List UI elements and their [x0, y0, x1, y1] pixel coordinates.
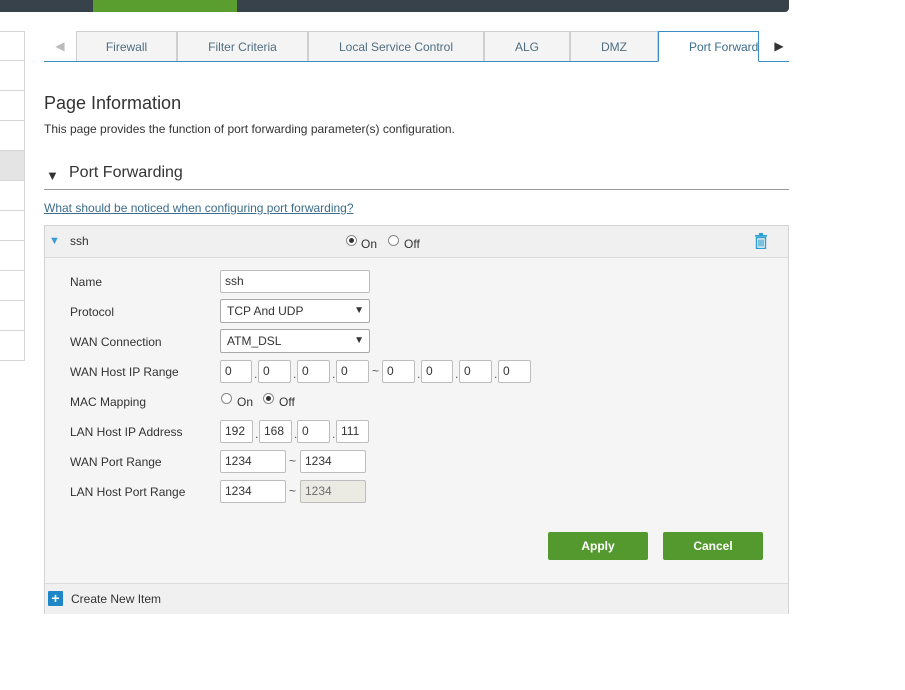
top-nav-active-item[interactable]: [93, 0, 237, 12]
create-new-item-row[interactable]: + Create New Item: [45, 583, 788, 614]
wan-ip-start-octet[interactable]: 0: [297, 360, 330, 383]
lan-port-start-input[interactable]: 1234: [220, 480, 286, 503]
tab-alg[interactable]: ALG: [484, 31, 570, 61]
sidebar-item[interactable]: [0, 331, 25, 361]
wan-connection-label: WAN Connection: [70, 335, 162, 349]
sidebar-item-active[interactable]: [0, 151, 25, 181]
cancel-button[interactable]: Cancel: [663, 532, 763, 560]
wan-port-range-label: WAN Port Range: [70, 455, 162, 469]
tab-firewall[interactable]: Firewall: [76, 31, 177, 61]
port-forward-item-panel: ▼ ssh On Off Name ssh Protocol TCP And U…: [44, 225, 789, 614]
wan-ip-end-octet[interactable]: 0: [498, 360, 531, 383]
sidebar-item[interactable]: [0, 241, 25, 271]
lan-port-range-label: LAN Host Port Range: [70, 485, 186, 499]
name-input[interactable]: ssh: [220, 270, 370, 293]
page-title: Page Information: [44, 93, 182, 113]
chevron-down-icon: ▼: [354, 335, 364, 346]
section-header[interactable]: ▼ Port Forwarding: [44, 162, 789, 190]
top-nav-bar: [0, 0, 789, 12]
mac-on-label: On: [237, 395, 254, 409]
ip-dot: .: [293, 367, 297, 381]
tab-filter-criteria[interactable]: Filter Criteria: [177, 31, 308, 61]
lan-port-end-input: 1234: [300, 480, 366, 503]
wan-connection-select[interactable]: ATM_DSL ▼: [220, 329, 370, 353]
item-on-label: On: [361, 237, 378, 251]
wan-ip-end-octet[interactable]: 0: [382, 360, 415, 383]
ip-dot: .: [455, 367, 459, 381]
ip-dot: .: [332, 427, 336, 441]
ip-dot: .: [417, 367, 421, 381]
tab-local-service-control[interactable]: Local Service Control: [308, 31, 484, 61]
wan-ip-end-octet[interactable]: 0: [421, 360, 453, 383]
sidebar-item[interactable]: [0, 61, 25, 91]
wan-ip-range-label: WAN Host IP Range: [70, 365, 179, 379]
mac-on-radio[interactable]: [221, 393, 232, 404]
wan-ip-start-octet[interactable]: 0: [336, 360, 369, 383]
mac-off-label: Off: [279, 395, 295, 409]
protocol-select[interactable]: TCP And UDP ▼: [220, 299, 370, 323]
ip-dot: .: [332, 367, 336, 381]
item-off-radio[interactable]: [388, 235, 399, 246]
apply-button[interactable]: Apply: [548, 532, 648, 560]
left-sidebar: [0, 31, 25, 361]
tab-dmz[interactable]: DMZ: [570, 31, 658, 61]
range-tilde: ~: [289, 454, 297, 468]
sidebar-item[interactable]: [0, 91, 25, 121]
range-tilde: ~: [372, 364, 380, 378]
lan-ip-octet[interactable]: 111: [336, 420, 369, 443]
wan-port-end-input[interactable]: 1234: [300, 450, 366, 473]
tab-scroll-left-icon[interactable]: ◀: [44, 31, 76, 61]
page-description: This page provides the function of port …: [44, 122, 455, 136]
plus-icon[interactable]: +: [48, 591, 63, 606]
collapse-triangle-icon[interactable]: ▼: [46, 168, 59, 183]
protocol-value: TCP And UDP: [227, 304, 304, 318]
sidebar-item[interactable]: [0, 211, 25, 241]
wan-ip-start-octet[interactable]: 0: [258, 360, 291, 383]
help-link[interactable]: What should be noticed when configuring …: [44, 201, 354, 215]
wan-port-start-input[interactable]: 1234: [220, 450, 286, 473]
item-name: ssh: [70, 234, 89, 248]
ip-dot: .: [255, 427, 259, 441]
wan-connection-value: ATM_DSL: [227, 334, 282, 348]
sidebar-item[interactable]: [0, 301, 25, 331]
protocol-label: Protocol: [70, 305, 115, 319]
lan-ip-label: LAN Host IP Address: [70, 425, 183, 439]
expand-triangle-icon[interactable]: ▼: [49, 235, 60, 247]
lan-ip-octet[interactable]: 0: [297, 420, 330, 443]
wan-ip-start-octet[interactable]: 0: [220, 360, 252, 383]
chevron-down-icon: ▼: [354, 305, 364, 316]
lan-ip-octet[interactable]: 168: [259, 420, 292, 443]
tab-bar: ◀ Firewall Filter Criteria Local Service…: [44, 31, 789, 62]
range-tilde: ~: [289, 484, 297, 498]
mac-off-radio[interactable]: [263, 393, 274, 404]
item-header[interactable]: ▼ ssh On Off: [45, 226, 788, 258]
sidebar-item[interactable]: [0, 271, 25, 301]
wan-ip-end-octet[interactable]: 0: [459, 360, 492, 383]
item-form: Name ssh Protocol TCP And UDP ▼ WAN Conn…: [45, 258, 788, 583]
trash-icon[interactable]: [754, 233, 768, 249]
ip-dot: .: [254, 367, 258, 381]
item-off-label: Off: [404, 237, 420, 251]
sidebar-item[interactable]: [0, 181, 25, 211]
section-title: Port Forwarding: [69, 164, 183, 181]
name-label: Name: [70, 275, 103, 289]
tab-scroll-right-icon[interactable]: ▶: [769, 31, 789, 61]
mac-mapping-label: MAC Mapping: [70, 395, 147, 409]
tab-port-forward[interactable]: Port Forward: [658, 31, 759, 62]
sidebar-item[interactable]: [0, 31, 25, 61]
ip-dot: .: [494, 367, 498, 381]
sidebar-item[interactable]: [0, 121, 25, 151]
lan-ip-octet[interactable]: 192: [220, 420, 253, 443]
create-new-item-label[interactable]: Create New Item: [71, 592, 161, 606]
item-on-radio[interactable]: [346, 235, 357, 246]
